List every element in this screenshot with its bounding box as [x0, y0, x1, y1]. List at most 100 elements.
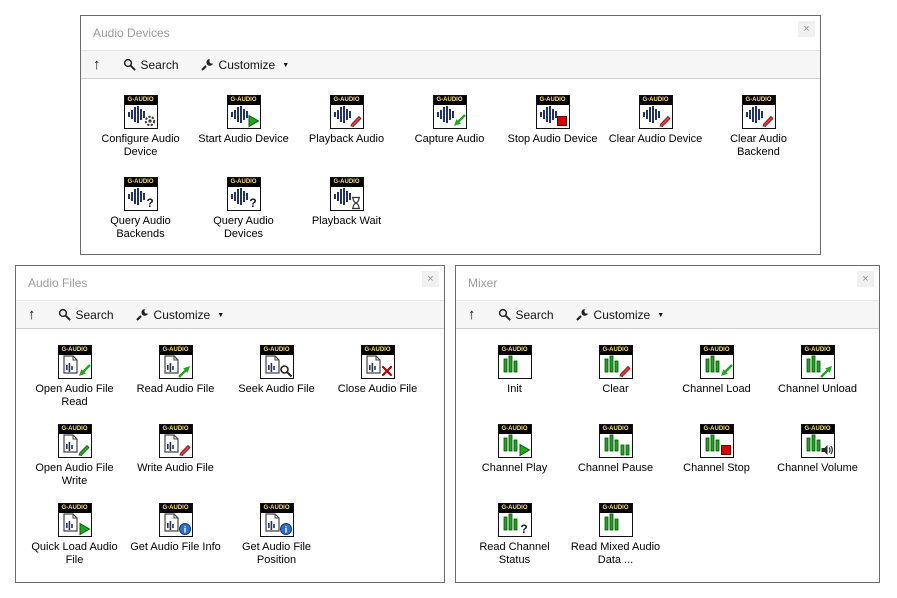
info-icon: i [178, 522, 192, 536]
arrow-in-icon [77, 364, 91, 378]
palette-item[interactable]: G-AUDIO?Query Audio Backends [89, 177, 192, 241]
palette-item[interactable]: G-AUDIOQuick Load Audio File [24, 503, 125, 567]
chevron-down-icon: ▼ [657, 312, 664, 319]
vi-icon: G-AUDIO? [227, 177, 261, 211]
palette-item[interactable]: G-AUDIO Read Mixed Audio Data ... [565, 503, 666, 567]
wrench-icon [201, 58, 214, 71]
gaudio-banner-label: G-AUDIO [537, 96, 569, 105]
wait-icon [349, 196, 363, 210]
pencil-red-icon [658, 114, 672, 128]
palette-item[interactable]: G-AUDIOWrite Audio File [125, 424, 226, 475]
window-title: Mixer [468, 276, 497, 290]
gaudio-banner-label: G-AUDIO [228, 178, 260, 187]
play-icon [246, 114, 260, 128]
palette-item[interactable]: G-AUDIOClear Audio Backend [707, 95, 810, 159]
vi-icon: G-AUDIO [801, 424, 835, 458]
close-button[interactable]: × [422, 271, 439, 287]
palette-window-audio-files: Audio Files × ↑ Search Customize ▼ G-AUD… [15, 265, 445, 583]
none-icon [618, 522, 632, 536]
search-button[interactable]: Search [58, 308, 114, 322]
palette-item[interactable]: G-AUDIO? Query Audio Devices [192, 177, 295, 241]
palette-item[interactable]: G-AUDIOChannel Pause [565, 424, 666, 475]
vi-icon: G-AUDIO [742, 95, 776, 129]
vi-icon: G-AUDIO [700, 424, 734, 458]
palette-item[interactable]: G-AUDIOChannel Unload [767, 345, 868, 396]
gaudio-banner-label: G-AUDIO [125, 178, 157, 187]
palette-item-label: Stop Audio Device [508, 133, 598, 146]
pencil-red-icon [761, 114, 775, 128]
palette-item-label: Get Audio File Position [228, 541, 326, 567]
palette-item[interactable]: G-AUDIOInit [464, 345, 565, 396]
up-level-button[interactable]: ↑ [468, 306, 476, 323]
search-button[interactable]: Search [123, 58, 179, 72]
palette-item[interactable]: G-AUDIOPlayback Wait [295, 177, 398, 228]
palette-item[interactable]: G-AUDIOSeek Audio File [226, 345, 327, 396]
palette-item[interactable]: G-AUDIO Read Audio File [125, 345, 226, 396]
palette-item[interactable]: G-AUDIO?Read Channel Status [464, 503, 565, 567]
pencil-green-icon [77, 443, 91, 457]
arrow-in-icon [452, 114, 466, 128]
palette-item[interactable]: G-AUDIOiGet Audio File Info [125, 503, 226, 554]
search-icon [498, 308, 511, 321]
palette-item-label: Read Channel Status [466, 541, 564, 567]
palette-window-audio-devices: Audio Devices × ↑ Search Customize ▼ G-A… [80, 15, 821, 255]
customize-button[interactable]: Customize ▼ [576, 308, 665, 322]
customize-button[interactable]: Customize ▼ [136, 308, 225, 322]
up-level-button[interactable]: ↑ [93, 56, 101, 73]
palette-item[interactable]: G-AUDIOClear Audio Device [604, 95, 707, 146]
palette-item-label: Channel Play [482, 462, 547, 475]
pencil-red-icon [349, 114, 363, 128]
window-toolbar: ↑ Search Customize ▼ [16, 300, 444, 329]
palette-item[interactable]: G-AUDIOChannel Stop [666, 424, 767, 475]
window-titlebar[interactable]: Audio Devices × [81, 16, 820, 50]
palette-item[interactable]: G-AUDIOOpen Audio File Read [24, 345, 125, 409]
gaudio-banner-label: G-AUDIO [802, 425, 834, 434]
search-button[interactable]: Search [498, 308, 554, 322]
search-label: Search [76, 308, 114, 322]
close-icon [380, 364, 394, 378]
palette-item[interactable]: G-AUDIOStart Audio Device [192, 95, 295, 146]
vi-icon: G-AUDIO [58, 503, 92, 537]
vi-icon: G-AUDIO [227, 95, 261, 129]
window-titlebar[interactable]: Mixer × [456, 266, 879, 300]
pencil-red-icon [178, 443, 192, 457]
window-titlebar[interactable]: Audio Files × [16, 266, 444, 300]
up-level-button[interactable]: ↑ [28, 306, 36, 323]
gaudio-banner-label: G-AUDIO [499, 504, 531, 513]
gaudio-banner-label: G-AUDIO [600, 346, 632, 355]
palette-item[interactable]: G-AUDIOClose Audio File [327, 345, 428, 396]
vi-icon: G-AUDIO [330, 177, 364, 211]
vi-icon: G-AUDIO [700, 345, 734, 379]
palette-item[interactable]: G-AUDIOChannel Play [464, 424, 565, 475]
vi-icon: G-AUDIO [260, 345, 294, 379]
palette-item-label: Configure Audio Device [92, 133, 190, 159]
customize-button[interactable]: Customize ▼ [201, 58, 290, 72]
close-button[interactable]: × [798, 21, 815, 37]
palette-item[interactable]: G-AUDIO Configure Audio Device [89, 95, 192, 159]
vi-icon: G-AUDIO [124, 95, 158, 129]
arrow-out-icon [820, 364, 834, 378]
stop-icon [555, 114, 569, 128]
vi-icon: G-AUDIO [599, 345, 633, 379]
gaudio-banner-label: G-AUDIO [600, 504, 632, 513]
palette-item-label: Read Mixed Audio Data ... [567, 541, 665, 567]
palette-item[interactable]: G-AUDIOChannel Load [666, 345, 767, 396]
vi-icon: G-AUDIO [159, 345, 193, 379]
palette-item-label: Clear [602, 383, 628, 396]
palette-item[interactable]: G-AUDIO Stop Audio Device [501, 95, 604, 146]
palette-item[interactable]: G-AUDIO Clear [565, 345, 666, 396]
palette-item[interactable]: G-AUDIOCapture Audio [398, 95, 501, 146]
palette-item-label: Query Audio Devices [195, 215, 293, 241]
palette-grid: G-AUDIOOpen Audio File Read G-AUDIO Read A… [16, 329, 444, 582]
palette-item[interactable]: G-AUDIOPlayback Audio [295, 95, 398, 146]
vi-icon: G-AUDIO [801, 345, 835, 379]
palette-item[interactable]: G-AUDIOChannel Volume [767, 424, 868, 475]
pause-icon [618, 443, 632, 457]
vi-icon: G-AUDIO [330, 95, 364, 129]
palette-item[interactable]: G-AUDIOOpen Audio File Write [24, 424, 125, 488]
gaudio-banner-label: G-AUDIO [331, 178, 363, 187]
palette-item[interactable]: G-AUDIOiGet Audio File Position [226, 503, 327, 567]
arrow-out-icon [178, 364, 192, 378]
palette-item-label: Read Audio File [137, 383, 215, 396]
close-button[interactable]: × [857, 271, 874, 287]
